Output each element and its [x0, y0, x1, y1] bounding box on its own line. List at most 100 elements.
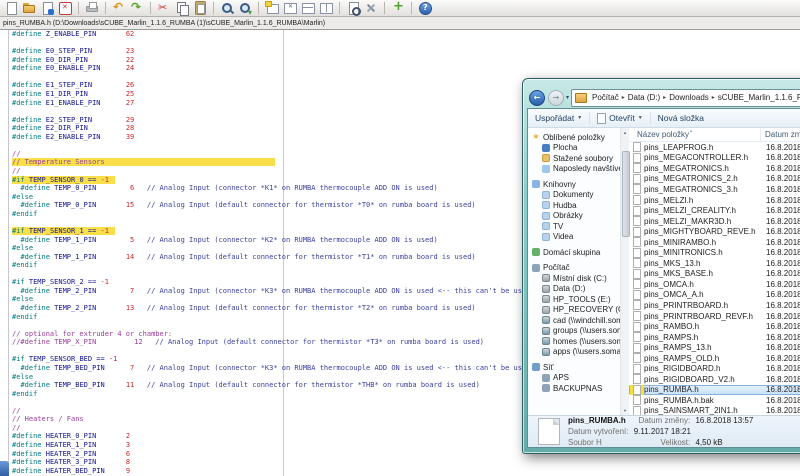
sidebar-item-groups-users-soma-cz[interactable]: groups (\\users.soma.cz): [532, 326, 620, 337]
sidebar-item-homes-users-soma-cz[interactable]: homes (\\users.soma.cz): [532, 336, 620, 347]
file-row-pins-ramps-old-h[interactable]: pins_RAMPS_OLD.h16.8.2018 13:57: [629, 353, 800, 364]
editor-file-tab[interactable]: pins_RUMBA.h (D:\Downloads\sCUBE_Marlin_…: [0, 20, 325, 27]
file-row-pins-printrboard-revf-h[interactable]: pins_PRINTRBOARD_REVF.h16.8.2018 13:57: [629, 311, 800, 322]
sidebar-item-hp-recovery-g[interactable]: HP_RECOVERY (G:): [532, 305, 620, 316]
find-replace-icon[interactable]: [238, 1, 252, 15]
sidebar-item-label: groups (\\users.soma.cz): [553, 326, 620, 335]
close-file-icon[interactable]: [58, 1, 72, 15]
sidebar-item-videa[interactable]: Videa: [532, 232, 620, 243]
preview-icon[interactable]: [346, 1, 360, 15]
file-row-pins-rigidboard-h[interactable]: pins_RIGIDBOARD.h16.8.2018 13:57: [629, 363, 800, 374]
file-icon: [630, 216, 644, 226]
file-row-pins-megatronics-3-h[interactable]: pins_MEGATRONICS_3.h16.8.2018 13:57: [629, 184, 800, 195]
new-file-icon[interactable]: [4, 1, 18, 15]
file-row-pins-minirambo-h[interactable]: pins_MINIRAMBO.h16.8.2018 13:57: [629, 237, 800, 248]
open-label: Otevřít: [609, 113, 635, 123]
redo-icon[interactable]: [130, 1, 144, 15]
tile-horizontal-icon[interactable]: [301, 1, 315, 15]
file-modified-date: 16.8.2018 13:57: [762, 333, 800, 342]
sidebar-item-tv[interactable]: TV: [532, 221, 620, 232]
file-row-pins-mightyboard-reve-h[interactable]: pins_MIGHTYBOARD_REVE.h16.8.2018 13:57: [629, 226, 800, 237]
file-row-pins-leapfrog-h[interactable]: pins_LEAPFROG.h16.8.2018 13:57: [629, 142, 800, 153]
sidebar-section-obl-ben-polo-ky[interactable]: ★Oblíbené položky: [532, 132, 620, 143]
file-icon: [630, 279, 644, 289]
close-window-icon[interactable]: [283, 1, 297, 15]
file-icon: [630, 174, 644, 184]
file-row-pins-sainsmart-2in1-h[interactable]: pins_SAINSMART_2IN1.h16.8.2018 13:57: [629, 406, 800, 415]
file-row-pins-ramps-h[interactable]: pins_RAMPS.h16.8.2018 13:57: [629, 332, 800, 343]
editor-tab-bar: pins_RUMBA.h (D:\Downloads\sCUBE_Marlin_…: [0, 17, 800, 30]
sidebar-item-hp-tools-e[interactable]: HP_TOOLS (E:): [532, 294, 620, 305]
sidebar-item-label: TV: [553, 222, 563, 231]
file-row-pins-rigidboard-v2-h[interactable]: pins_RIGIDBOARD_V2.h16.8.2018 13:57: [629, 374, 800, 385]
breadcrumb-item-scube-marlin-1-1-6-rumba-1[interactable]: sCUBE_Marlin_1.1.6_RUMBA (1): [716, 93, 800, 102]
sidebar-section-knihovny[interactable]: Knihovny: [532, 179, 620, 190]
file-row-pins-mks-base-h[interactable]: pins_MKS_BASE.h16.8.2018 13:57: [629, 269, 800, 280]
file-row-pins-megatronics-2-h[interactable]: pins_MEGATRONICS_2.h16.8.2018 13:57: [629, 174, 800, 185]
column-header-modified[interactable]: Datum změny: [761, 128, 800, 141]
file-row-pins-melzi-creality-h[interactable]: pins_MELZI_CREALITY.h16.8.2018 13:57: [629, 205, 800, 216]
sidebar-item-dokumenty[interactable]: Dokumenty: [532, 190, 620, 201]
breadcrumb-item-downloads[interactable]: Downloads: [667, 93, 711, 102]
paste-icon[interactable]: [193, 1, 207, 15]
history-dropdown-icon[interactable]: ▾: [566, 94, 569, 101]
forward-button[interactable]: →: [548, 90, 564, 106]
settings-icon[interactable]: [364, 1, 378, 15]
file-row-pins-melzi-h[interactable]: pins_MELZI.h16.8.2018 13:57: [629, 195, 800, 206]
sidebar-item-obr-zky[interactable]: Obrázky: [532, 211, 620, 222]
save-file-icon[interactable]: [40, 1, 54, 15]
file-modified-date: 16.8.2018 13:57: [762, 248, 800, 257]
open-file-icon[interactable]: [22, 1, 36, 15]
new-window-icon[interactable]: [265, 1, 279, 15]
breadcrumb-item-po-ta[interactable]: Počítač: [590, 93, 621, 102]
sidebar-item-m-stn-disk-c[interactable]: Místní disk (C:): [532, 273, 620, 284]
add-plugin-icon[interactable]: [391, 1, 405, 15]
sidebar-item-data-d[interactable]: Data (D:): [532, 284, 620, 295]
sidebar-item-sta-en-soubory[interactable]: Stažené soubory: [532, 153, 620, 164]
file-row-pins-printrboard-h[interactable]: pins_PRINTRBOARD.h16.8.2018 13:57: [629, 300, 800, 311]
tile-vertical-icon[interactable]: [319, 1, 333, 15]
breadcrumb-item-data-d[interactable]: Data (D:): [626, 93, 662, 102]
organize-button[interactable]: Uspořádat ▼: [528, 113, 589, 123]
file-row-pins-rumba-h[interactable]: pins_RUMBA.h16.8.2018 13:57: [629, 385, 800, 396]
file-row-pins-omca-h[interactable]: pins_OMCA.h16.8.2018 13:57: [629, 279, 800, 290]
file-modified-date: 16.8.2018 13:57: [762, 406, 800, 415]
sidebar-item-hudba[interactable]: Hudba: [532, 200, 620, 211]
sidebar-item-label: Obrázky: [553, 211, 583, 220]
scroll-up-icon[interactable]: ▲: [621, 128, 629, 137]
cut-icon[interactable]: [157, 1, 171, 15]
file-row-pins-rumba-h-bak[interactable]: pins_RUMBA.h.bak16.8.2018 13:57: [629, 395, 800, 406]
file-row-pins-minitronics-h[interactable]: pins_MINITRONICS.h16.8.2018 13:57: [629, 247, 800, 258]
file-row-pins-omca-a-h[interactable]: pins_OMCA_A.h16.8.2018 13:57: [629, 290, 800, 301]
sidebar-item-backupnas[interactable]: BACKUPNAS: [532, 383, 620, 394]
find-icon[interactable]: [220, 1, 234, 15]
sidebar-item-cad-windchill-soma-cz[interactable]: cad (\\windchill.soma.cz): [532, 315, 620, 326]
file-row-pins-mks-13-h[interactable]: pins_MKS_13.h16.8.2018 13:57: [629, 258, 800, 269]
print-icon[interactable]: [85, 1, 99, 15]
sidebar-scrollbar[interactable]: ▲ ▼: [620, 128, 629, 415]
breadcrumb[interactable]: Počítač▸Data (D:)▸Downloads▸sCUBE_Marlin…: [571, 89, 800, 107]
open-button[interactable]: Otevřít ▼: [590, 113, 649, 124]
file-row-pins-ramps-13-h[interactable]: pins_RAMPS_13.h16.8.2018 13:57: [629, 342, 800, 353]
back-button[interactable]: ←: [529, 90, 545, 106]
file-row-pins-melzi-makr3d-h[interactable]: pins_MELZI_MAKR3D.h16.8.2018 13:57: [629, 216, 800, 227]
file-row-pins-rambo-h[interactable]: pins_RAMBO.h16.8.2018 13:57: [629, 321, 800, 332]
undo-icon[interactable]: [112, 1, 126, 15]
sidebar-section-s[interactable]: Síť: [532, 362, 620, 373]
scroll-down-icon[interactable]: ▼: [621, 406, 629, 415]
new-folder-button[interactable]: Nová složka: [651, 113, 711, 123]
sidebar-item-apps-users-soma-cz-z[interactable]: apps (\\users.soma.cz) (Z: [532, 347, 620, 358]
file-row-pins-megatronics-h[interactable]: pins_MEGATRONICS.h16.8.2018 13:57: [629, 163, 800, 174]
column-header-name[interactable]: Název položky: [629, 128, 761, 141]
sidebar-item-plocha[interactable]: Plocha: [532, 143, 620, 154]
sidebar-item-naposledy-nav-t-ven[interactable]: Naposledy navštívené: [532, 164, 620, 175]
copy-icon[interactable]: [175, 1, 189, 15]
sidebar-section-po-ta[interactable]: Počítač: [532, 263, 620, 274]
file-modified-date: 16.8.2018 13:57: [762, 206, 800, 215]
sidebar-section-dom-c-skupina[interactable]: Domácí skupina: [532, 247, 620, 258]
sidebar-item-aps[interactable]: APS: [532, 373, 620, 384]
file-row-pins-megacontroller-h[interactable]: pins_MEGACONTROLLER.h16.8.2018 13:57: [629, 153, 800, 164]
file-modified-date: 16.8.2018 13:57: [762, 143, 800, 152]
file-icon: [630, 322, 644, 332]
help-icon[interactable]: [418, 1, 432, 15]
